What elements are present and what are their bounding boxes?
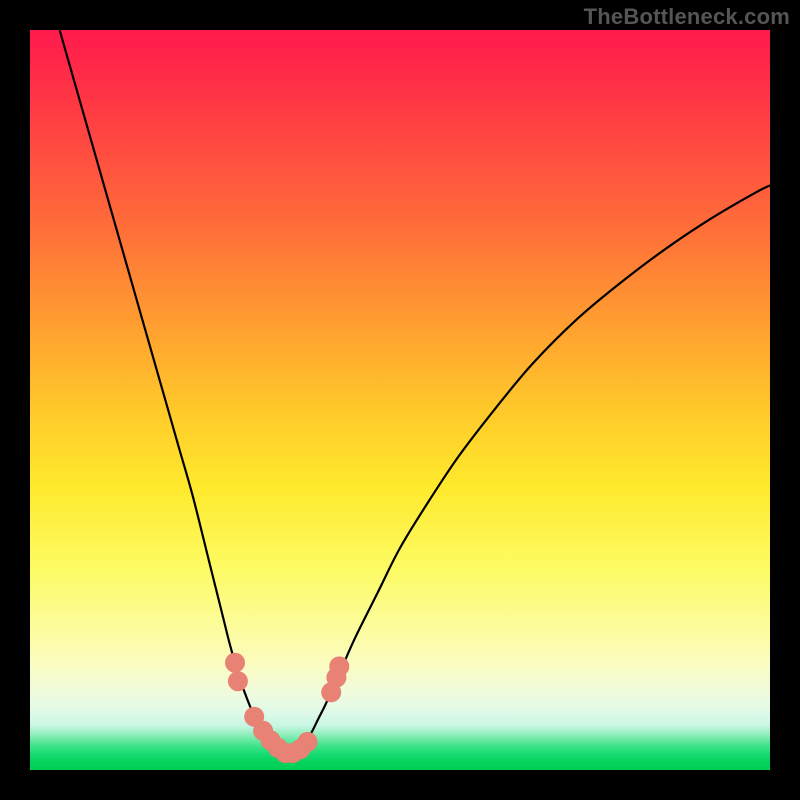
curve-overlay	[30, 30, 770, 770]
trough-markers	[225, 653, 349, 763]
curve-right-branch	[289, 185, 770, 755]
plot-area	[30, 30, 770, 770]
trough-marker	[228, 671, 248, 691]
curve-left-branch	[60, 30, 289, 755]
chart-frame: TheBottleneck.com	[0, 0, 800, 800]
watermark-text: TheBottleneck.com	[584, 4, 790, 30]
trough-marker	[225, 653, 245, 673]
trough-marker	[329, 656, 349, 676]
trough-marker	[298, 732, 318, 752]
